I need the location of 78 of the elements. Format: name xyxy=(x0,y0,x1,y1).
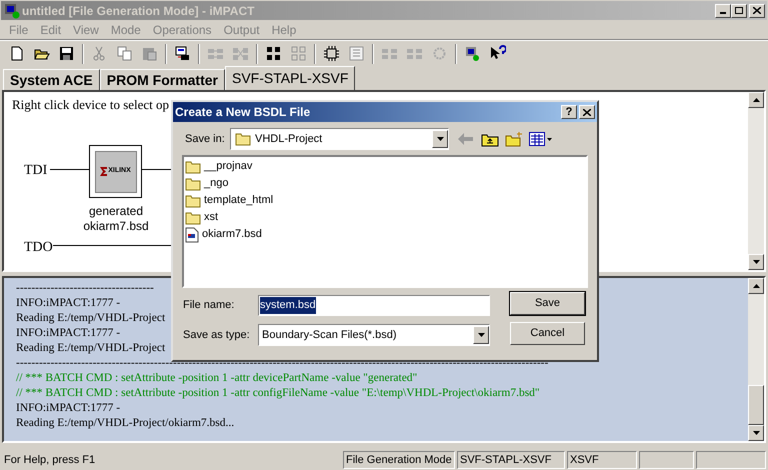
folder-icon xyxy=(185,160,201,174)
chip-icon[interactable] xyxy=(323,45,340,62)
dropdown-button[interactable] xyxy=(432,130,448,148)
folder-entry[interactable]: _ngo xyxy=(185,175,232,192)
down-arrow-icon xyxy=(752,260,760,264)
tab[interactable]: System ACE xyxy=(3,69,100,90)
folder-entry[interactable]: __projnav xyxy=(185,158,256,175)
up-arrow-icon xyxy=(752,284,760,288)
log-line: INFO:iMPACT:1777 - xyxy=(16,296,120,311)
copy-icon[interactable] xyxy=(116,45,133,62)
folder-icon xyxy=(185,176,201,190)
tdi-label: TDI xyxy=(24,162,48,180)
close-button[interactable] xyxy=(749,4,765,18)
scroll-down-button[interactable] xyxy=(748,425,764,441)
scrollbar[interactable] xyxy=(748,278,764,441)
folder-entry[interactable]: template_html xyxy=(185,192,278,209)
minimize-button[interactable] xyxy=(715,4,731,18)
maximize-button[interactable] xyxy=(731,4,747,18)
cancel-button[interactable]: Cancel xyxy=(510,322,585,345)
status-pane xyxy=(696,451,766,469)
new-folder-icon[interactable] xyxy=(505,131,523,147)
down-arrow-icon xyxy=(752,431,760,435)
status-pane: XSVF xyxy=(567,451,637,469)
view-menu-icon[interactable] xyxy=(529,132,553,146)
save-in-label: Save in: xyxy=(185,132,226,147)
status-pane xyxy=(639,451,694,469)
save-type-label: Save as type: xyxy=(183,328,251,343)
logo-icon xyxy=(100,167,108,176)
tab[interactable]: SVF-STAPL-XSVF xyxy=(224,66,356,90)
dialog-title: Create a New BSDL File xyxy=(175,104,310,121)
help-button[interactable]: ? xyxy=(561,105,577,119)
down-arrow-icon xyxy=(436,137,444,141)
close-icon xyxy=(753,7,761,14)
computer-icon[interactable] xyxy=(464,45,481,62)
document-icon xyxy=(185,226,199,242)
dropdown-button[interactable] xyxy=(473,326,489,344)
file-name-field[interactable]: system.bsd xyxy=(258,295,490,316)
device-file: okiarm7.bsd xyxy=(83,219,149,234)
log-line: INFO:iMPACT:1777 - xyxy=(16,401,120,416)
close-button[interactable] xyxy=(579,105,595,119)
folder-icon xyxy=(235,132,251,146)
window-title: untitled [File Generation Mode] - iMPACT xyxy=(22,2,254,20)
device-label: generated xyxy=(88,204,144,219)
folder-entry[interactable]: xst xyxy=(185,209,222,226)
tdo-label: TDO xyxy=(24,239,53,257)
log-line: Reading E:/temp/VHDL-Project/okiarm7.bsd... xyxy=(16,416,234,431)
close-icon xyxy=(583,108,591,116)
help-pointer-icon[interactable] xyxy=(489,45,506,62)
maximize-icon xyxy=(735,7,743,14)
up-arrow-icon xyxy=(752,98,760,102)
file-name-label: File name: xyxy=(183,298,236,314)
log-line: Reading E:/temp/VHDL-Project xyxy=(16,341,166,356)
status-pane: File Generation Mode xyxy=(343,451,455,469)
log-line: // *** BATCH CMD : setAttribute -position 1 -attr devicePartName -value "generated" xyxy=(16,371,418,386)
save-icon[interactable] xyxy=(58,45,75,62)
document-entry[interactable]: okiarm7.bsd xyxy=(185,226,266,243)
scrollbar[interactable] xyxy=(748,92,764,270)
status-pane: For Help, press F1 xyxy=(3,452,96,468)
scroll-thumb[interactable] xyxy=(748,385,764,425)
folder-icon xyxy=(185,194,201,208)
scroll-down-button[interactable] xyxy=(748,254,764,270)
save-type-dropdown[interactable]: Boundary-Scan Files(*.bsd) xyxy=(258,324,490,346)
save-button[interactable]: Save xyxy=(510,292,585,315)
app-icon xyxy=(4,2,20,18)
scroll-up-button[interactable] xyxy=(748,278,764,294)
scroll-up-button[interactable] xyxy=(748,92,764,108)
grid-icon[interactable] xyxy=(265,45,282,62)
log-line: Reading E:/temp/VHDL-Project xyxy=(16,311,166,326)
status-pane: SVF-STAPL-XSVF xyxy=(457,451,565,469)
log-line: ------------------------------------ xyxy=(16,281,154,296)
log-line: // *** BATCH CMD : setAttribute -position 1 -attr configFileName -value "E:\temp\VHDL-Project\okiarm7.bsd" xyxy=(16,386,540,401)
log-line: ------------------------------------------------------------------------------------------------------------------------------------------- xyxy=(16,356,548,371)
save-in-dropdown[interactable]: VHDL-Project xyxy=(230,128,449,150)
folder-icon xyxy=(185,210,201,224)
log-line: INFO:iMPACT:1777 - xyxy=(16,326,120,341)
tab[interactable]: PROM Formatter xyxy=(100,69,225,90)
down-arrow-icon xyxy=(478,333,484,337)
canvas-hint: Right click device to select op xyxy=(12,96,170,114)
